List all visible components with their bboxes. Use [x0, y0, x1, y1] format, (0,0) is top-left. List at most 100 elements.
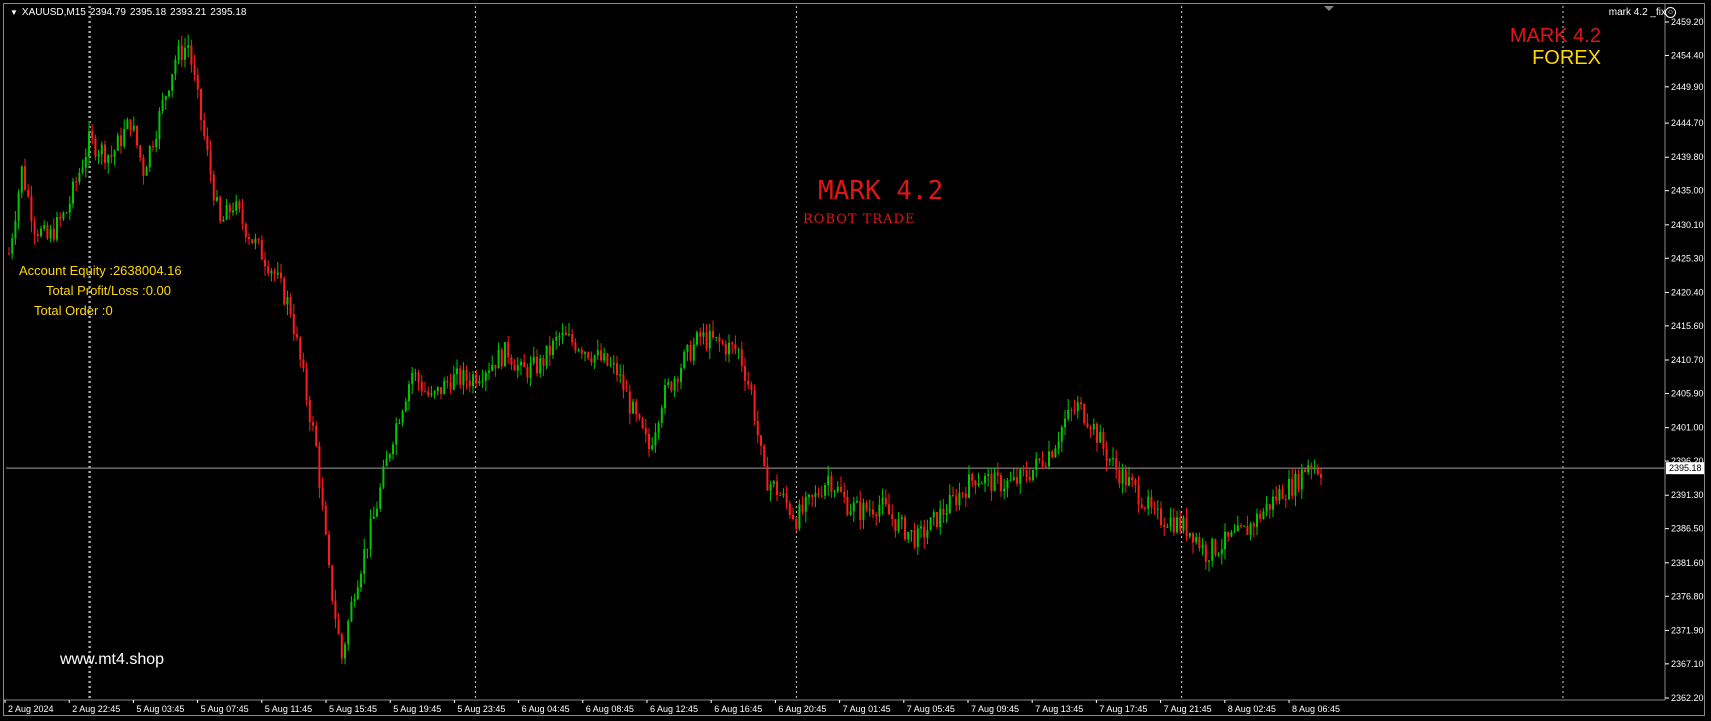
candle-body: [1220, 549, 1223, 554]
candle-body: [347, 621, 350, 645]
candle-body: [136, 125, 138, 146]
candle-body: [187, 45, 190, 48]
candle-body: [318, 446, 321, 488]
period-separators: [88, 6, 1564, 698]
symbol-label: XAUUSD,M15: [21, 7, 86, 18]
candle-body: [196, 75, 199, 90]
candle-body: [1131, 477, 1134, 481]
candle-body: [830, 476, 833, 493]
candle-body: [964, 493, 967, 498]
candle-body: [555, 337, 558, 341]
candle-body: [331, 565, 334, 601]
candle-body: [939, 508, 942, 528]
candle-body: [312, 422, 314, 426]
price-chart[interactable]: 2395.18 2459.20 2454.40 2449.90 2444.70 2439…: [0, 0, 1711, 721]
candle-body: [673, 378, 676, 391]
candle-body: [1140, 504, 1143, 508]
shift-marker-icon[interactable]: [1324, 6, 1334, 11]
candle-body: [840, 486, 842, 492]
candle-body: [545, 345, 548, 366]
candle-body: [580, 349, 583, 354]
candle-body: [443, 380, 446, 395]
candle-body: [603, 353, 606, 361]
candle-body: [251, 239, 254, 244]
candle-body: [1310, 465, 1313, 470]
candle-body: [1316, 467, 1319, 474]
caret-down-icon[interactable]: ▼: [10, 8, 18, 17]
candle-body: [1204, 544, 1207, 562]
candle-body: [705, 332, 708, 349]
candle-body: [56, 216, 58, 240]
candle-body: [510, 357, 513, 365]
candle-body: [596, 350, 599, 356]
candle-body: [875, 514, 878, 517]
candle-body: [769, 484, 772, 491]
candle-body: [1265, 504, 1268, 512]
candle-body: [296, 334, 298, 338]
candle-body: [715, 337, 718, 339]
candle-body: [907, 531, 910, 540]
candle-body: [40, 228, 42, 236]
candle-body: [132, 125, 135, 131]
candle-body: [1108, 459, 1111, 461]
time-tick-label: 5 Aug 11:45: [265, 704, 312, 714]
candle-body: [817, 493, 820, 496]
candle-body: [772, 481, 775, 485]
candle-body: [779, 495, 782, 497]
candle-body: [670, 382, 673, 391]
candle-body: [996, 472, 999, 476]
candle-body: [420, 381, 423, 392]
price-tick-label: 2401.00: [1671, 423, 1704, 433]
time-tick-label: 6 Aug 12:45: [650, 704, 698, 714]
candle-body: [664, 384, 666, 409]
candle-body: [977, 483, 980, 486]
candle-body: [1182, 517, 1185, 531]
price-tick-label: 2396.20: [1671, 456, 1704, 466]
candle-body: [1009, 479, 1012, 481]
candle-body: [948, 494, 951, 514]
candle-body: [1105, 448, 1108, 461]
candle-body: [1115, 458, 1118, 470]
candle-body: [1233, 531, 1236, 533]
candle-body: [46, 225, 49, 239]
candle-body: [929, 517, 932, 531]
candle-body: [1003, 488, 1006, 492]
candle-body: [993, 472, 996, 492]
candle-body: [564, 332, 567, 336]
candle-body: [1297, 473, 1300, 490]
candle-body: [299, 337, 302, 360]
candle-body: [1284, 498, 1287, 500]
candlestick-series: [8, 34, 1322, 665]
expert-advisor-name[interactable]: mark 4.2 _fix: [1609, 7, 1666, 18]
candle-body: [1124, 469, 1127, 486]
candle-body: [1214, 539, 1217, 555]
smile-icon[interactable]: ☺: [1665, 7, 1676, 18]
candle-body: [1163, 525, 1166, 527]
candle-body: [872, 509, 874, 515]
candle-body: [68, 203, 71, 213]
candle-body: [337, 619, 340, 635]
candle-body: [1025, 470, 1028, 478]
time-tick-label: 6 Aug 04:45: [522, 704, 570, 714]
candle-body: [1044, 466, 1047, 468]
candle-body: [33, 221, 36, 234]
candle-body: [638, 414, 641, 419]
candle-body: [987, 474, 990, 476]
candle-body: [174, 59, 177, 75]
candle-body: [990, 474, 993, 492]
candle-body: [955, 495, 958, 506]
candle-body: [235, 201, 238, 211]
candle-body: [113, 150, 116, 157]
candle-body: [1041, 460, 1044, 467]
candle-body: [1028, 477, 1031, 480]
candle-body: [382, 466, 385, 488]
candle-body: [824, 484, 826, 496]
time-tick-label: 7 Aug 09:45: [971, 704, 1019, 714]
candle-body: [321, 487, 324, 506]
candle-body: [286, 297, 289, 305]
candle-body: [600, 350, 602, 361]
candle-body: [843, 491, 846, 497]
candle-body: [1035, 458, 1038, 470]
candle-body: [52, 228, 55, 240]
candle-body: [1083, 404, 1086, 424]
